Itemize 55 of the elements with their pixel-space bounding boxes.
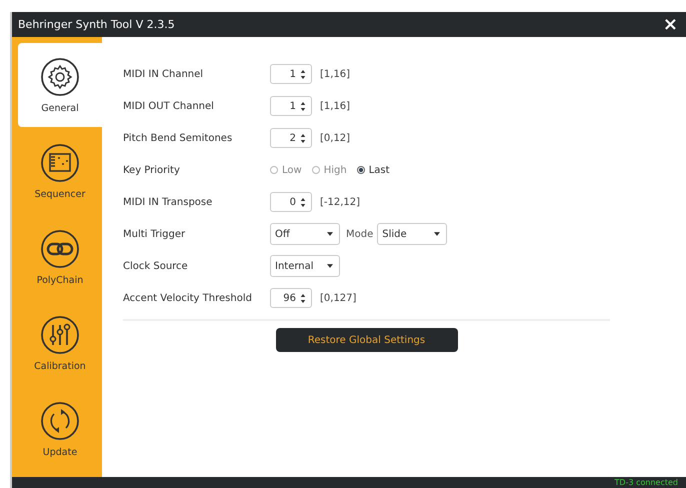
radio-option[interactable]: Low [270, 164, 302, 176]
status-text: TD-3 connected [614, 478, 678, 486]
dropdown[interactable]: Slide [377, 223, 448, 245]
setting-label: Accent Velocity Threshold [123, 292, 253, 304]
spin-arrows-icon [300, 196, 306, 208]
setting-label: MIDI IN Channel [123, 68, 204, 80]
sidebar-label: PolyChain [36, 274, 84, 286]
setting-label: MIDI IN Transpose [123, 196, 214, 208]
caret-icon [434, 232, 440, 236]
sidebar-tab[interactable]: General [18, 43, 102, 127]
setting-label: Clock Source [123, 260, 189, 272]
setting-label: MIDI OUT Channel [123, 100, 215, 112]
spin-arrows-icon [300, 100, 306, 112]
radio-button[interactable] [356, 166, 365, 174]
number-spinner[interactable]: 1 [270, 64, 312, 84]
sidebar-label: Calibration [34, 360, 86, 372]
dropdown[interactable]: Off [270, 223, 340, 245]
sidebar-tab[interactable]: Update [18, 387, 102, 471]
setting-label: Pitch Bend Semitones [123, 132, 234, 144]
window-title: Behringer Synth Tool V 2.3.5 [18, 18, 175, 31]
dropdown[interactable]: Internal [270, 255, 340, 277]
radio-button[interactable] [270, 166, 278, 174]
number-spinner[interactable]: 96 [270, 288, 312, 308]
range-text: [0,12] [320, 132, 350, 144]
radio-button[interactable] [312, 166, 320, 174]
number-spinner[interactable]: 2 [270, 128, 312, 148]
sidebar-label: Update [42, 446, 78, 458]
refresh-icon [40, 400, 80, 440]
caret-icon [327, 232, 333, 236]
sliders-icon [40, 314, 80, 354]
sidebar-label: General [41, 102, 79, 114]
setting-label: Mode [346, 228, 374, 240]
range-text: [1,16] [320, 100, 350, 112]
sidebar-tab[interactable]: Calibration [18, 301, 102, 385]
range-text: [-12,12] [320, 196, 360, 208]
sidebar-tab[interactable]: PolyChain [18, 215, 102, 299]
spin-arrows-icon [300, 292, 306, 304]
setting-label: Multi Trigger [123, 228, 186, 240]
range-text: [1,16] [320, 68, 350, 80]
range-text: [0,127] [320, 292, 356, 304]
sidebar-tab[interactable]: Sequencer [18, 129, 102, 213]
sequencer-grid-icon [40, 142, 80, 182]
spin-arrows-icon [300, 132, 306, 144]
close-button[interactable]: × [658, 16, 682, 34]
radio-option[interactable]: Last [356, 164, 390, 176]
number-spinner[interactable]: 1 [270, 96, 312, 116]
radio-option[interactable]: High [312, 164, 347, 176]
number-spinner[interactable]: 0 [270, 192, 312, 212]
restore-button[interactable]: Restore Global Settings [276, 328, 458, 352]
spin-arrows-icon [300, 68, 306, 80]
chain-link-icon [40, 228, 80, 268]
caret-icon [327, 264, 333, 268]
gear-icon [40, 56, 80, 96]
setting-label: Key Priority [123, 164, 181, 176]
sidebar-label: Sequencer [34, 188, 86, 200]
